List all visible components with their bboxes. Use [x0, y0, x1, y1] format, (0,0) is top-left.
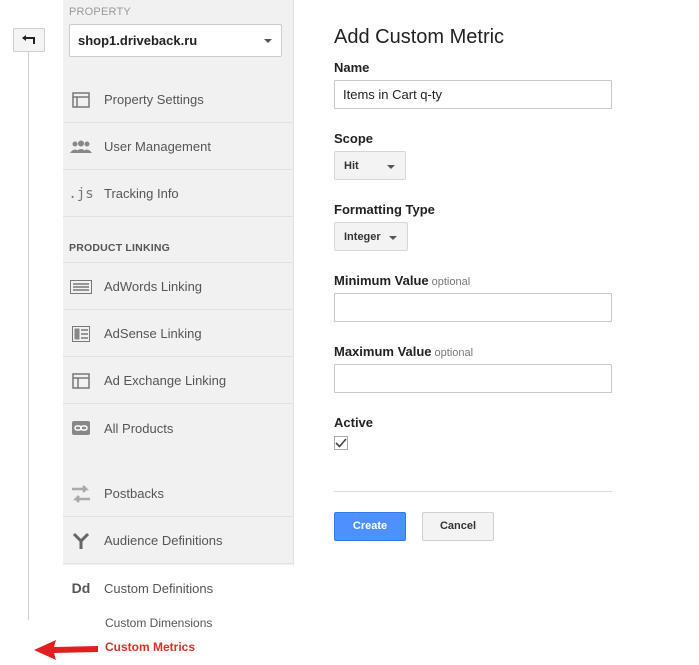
- nav-item-tracking-info[interactable]: .js Tracking Info: [63, 171, 294, 217]
- minimum-value-label: Minimum Value optional: [334, 273, 470, 288]
- minimum-value-label-text: Minimum Value: [334, 273, 429, 288]
- nav-item-label: Ad Exchange Linking: [104, 373, 227, 388]
- scope-value: Hit: [344, 160, 359, 172]
- formatting-type-label: Formatting Type: [334, 202, 435, 217]
- sub-item-custom-dimensions[interactable]: Custom Dimensions: [105, 616, 212, 630]
- nav-item-all-products[interactable]: All Products: [63, 405, 294, 451]
- users-icon: [70, 138, 92, 156]
- form-divider: [334, 491, 612, 492]
- back-button[interactable]: [13, 28, 45, 52]
- nav-item-label: User Management: [104, 139, 211, 154]
- nav-item-label: All Products: [104, 420, 174, 436]
- left-rail: [0, 0, 60, 665]
- chevron-down-icon: [264, 39, 272, 43]
- chevron-down-icon: [389, 236, 397, 240]
- optional-hint: optional: [434, 347, 474, 359]
- property-settings-icon: [70, 91, 92, 109]
- property-select[interactable]: shop1.driveback.ru: [69, 24, 282, 57]
- section-divider: [63, 262, 294, 263]
- name-input[interactable]: [334, 80, 612, 109]
- nav-item-label: Tracking Info: [104, 186, 179, 201]
- name-label: Name: [334, 60, 370, 75]
- nav-item-label: Audience Definitions: [104, 533, 223, 548]
- red-arrow-icon: [34, 640, 98, 660]
- chevron-down-icon: [387, 165, 395, 169]
- scope-label: Scope: [334, 131, 374, 146]
- nav-item-adwords-linking[interactable]: AdWords Linking: [63, 264, 294, 310]
- nav-item-property-settings[interactable]: Property Settings: [63, 77, 294, 123]
- nav-item-postbacks[interactable]: Postbacks: [63, 471, 294, 517]
- sub-item-custom-metrics[interactable]: Custom Metrics: [105, 640, 195, 654]
- rail-line: [28, 50, 29, 620]
- nav-item-label: AdSense Linking: [104, 326, 202, 341]
- postbacks-icon: [70, 484, 92, 503]
- property-select-value: shop1.driveback.ru: [78, 33, 198, 48]
- checkmark-icon: [335, 438, 347, 448]
- maximum-value-label-text: Maximum Value: [334, 344, 432, 359]
- nav-item-adsense-linking[interactable]: AdSense Linking: [63, 311, 294, 357]
- minimum-value-input[interactable]: [334, 293, 612, 322]
- maximum-value-input[interactable]: [334, 364, 612, 393]
- ad-exchange-icon: [70, 372, 92, 390]
- adsense-icon: [70, 325, 92, 343]
- nav-item-label: AdWords Linking: [104, 279, 203, 294]
- nav-item-custom-definitions[interactable]: Dd Custom Definitions: [63, 565, 294, 611]
- page-title: Add Custom Metric: [334, 26, 505, 48]
- property-label: PROPERTY: [69, 6, 131, 18]
- nav-item-user-management[interactable]: User Management: [63, 124, 294, 170]
- optional-hint: optional: [431, 276, 471, 288]
- link-icon: [70, 419, 92, 437]
- formatting-type-value: Integer: [344, 231, 381, 243]
- js-icon: .js: [68, 185, 94, 202]
- adwords-icon: [70, 278, 92, 296]
- maximum-value-label: Maximum Value optional: [334, 344, 473, 359]
- cancel-button[interactable]: Cancel: [422, 512, 494, 541]
- active-label: Active: [334, 415, 374, 430]
- nav-item-label: Postbacks: [104, 486, 164, 501]
- product-linking-header: PRODUCT LINKING: [69, 242, 170, 254]
- back-arrow-icon: [22, 35, 35, 44]
- audience-icon: [70, 532, 92, 550]
- formatting-type-dropdown[interactable]: Integer: [334, 222, 408, 251]
- admin-nav-panel: PROPERTY shop1.driveback.ru Property Set…: [63, 0, 294, 665]
- nav-item-audience-definitions[interactable]: Audience Definitions: [63, 518, 294, 564]
- active-checkbox[interactable]: [334, 436, 348, 450]
- dd-icon: Dd: [71, 580, 91, 596]
- nav-item-label: Custom Definitions: [104, 580, 214, 596]
- create-button[interactable]: Create: [334, 512, 406, 541]
- nav-item-label: Property Settings: [104, 92, 204, 107]
- nav-item-ad-exchange-linking[interactable]: Ad Exchange Linking: [63, 358, 294, 404]
- scope-dropdown[interactable]: Hit: [334, 151, 406, 180]
